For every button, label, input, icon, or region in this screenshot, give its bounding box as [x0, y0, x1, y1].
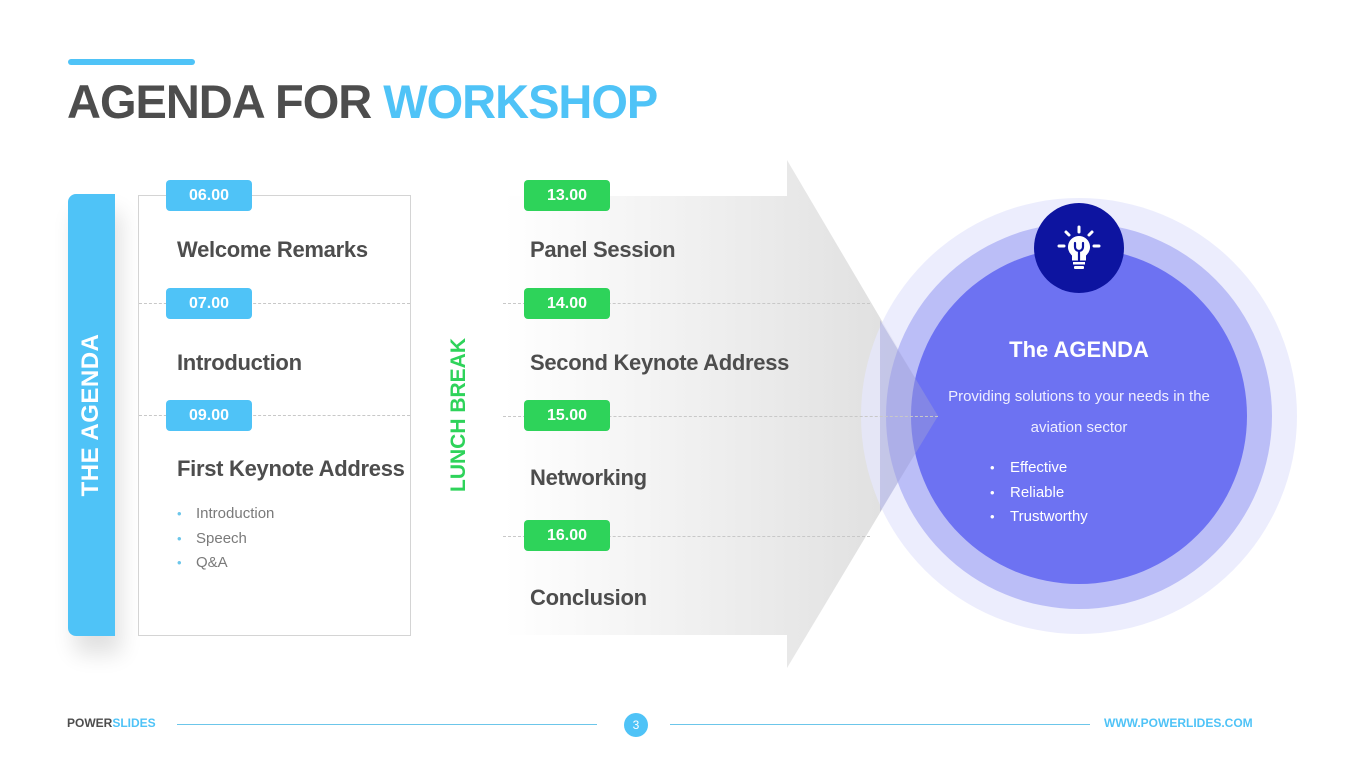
subitem: Speech	[177, 527, 274, 552]
summary-title: The AGENDA	[1009, 337, 1149, 362]
title-part-dark: AGENDA FOR	[67, 75, 372, 128]
brand-part-dark: POWER	[67, 716, 113, 730]
lunch-break-label: LUNCH BREAK	[447, 338, 470, 492]
brand-part-blue: SLIDES	[112, 716, 156, 730]
page-number: 3	[624, 713, 648, 737]
lightbulb-icon	[1057, 225, 1101, 269]
agenda-item-title: First Keynote Address	[177, 456, 405, 481]
subitem: Q&A	[177, 551, 274, 576]
summary-points: Effective Reliable Trustworthy	[990, 456, 1088, 530]
time-badge: 07.00	[166, 288, 252, 319]
agenda-item-title: Conclusion	[530, 585, 647, 610]
time-badge: 14.00	[524, 288, 610, 319]
agenda-item-title: Welcome Remarks	[177, 237, 368, 262]
time-badge: 15.00	[524, 400, 610, 431]
icon-badge	[1034, 203, 1124, 293]
subitem: Introduction	[177, 502, 274, 527]
agenda-side-label: THE AGENDA	[77, 333, 104, 497]
footer-divider-left	[177, 724, 597, 725]
agenda-item-title: Second Keynote Address	[530, 350, 790, 375]
summary-point: Trustworthy	[990, 505, 1088, 530]
agenda-item-title: Panel Session	[530, 237, 676, 262]
time-badge: 13.00	[524, 180, 610, 211]
footer-divider-right	[670, 724, 1090, 725]
time-badge: 16.00	[524, 520, 610, 551]
summary-point: Effective	[990, 456, 1088, 481]
time-badge: 06.00	[166, 180, 252, 211]
summary-point: Reliable	[990, 481, 1088, 506]
agenda-item-title: Networking	[530, 465, 647, 490]
summary-description: Providing solutions to your needs in the…	[948, 388, 1210, 436]
keynote-subitems: Introduction Speech Q&A	[177, 502, 274, 576]
agenda-item-title: Introduction	[177, 350, 302, 375]
page-title: AGENDA FOR WORKSHOP	[67, 74, 658, 129]
footer-url[interactable]: WWW.POWERLIDES.COM	[1104, 716, 1253, 730]
time-badge: 09.00	[166, 400, 252, 431]
footer-brand: POWERSLIDES	[67, 716, 156, 730]
title-part-blue: WORKSHOP	[383, 75, 658, 128]
title-accent-line	[68, 59, 195, 65]
